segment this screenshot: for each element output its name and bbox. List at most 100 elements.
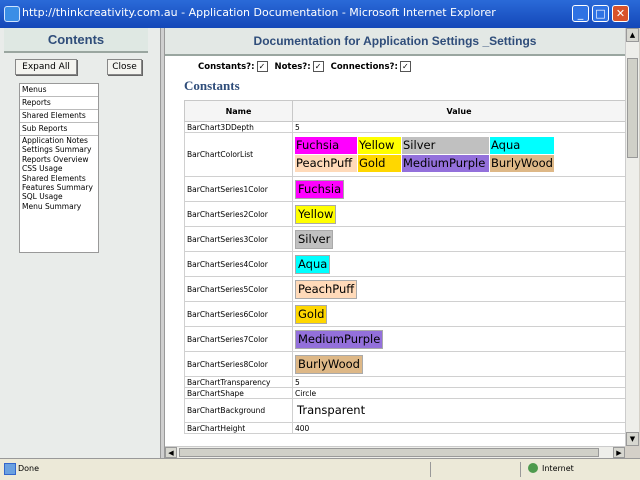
security-zone: Internet [542, 464, 574, 473]
notes-option-label: Notes?: [274, 62, 311, 72]
nav-item-settings-summary[interactable]: Settings Summary [20, 145, 98, 154]
constant-name: BarChartSeries4Color [184, 251, 293, 277]
vertical-scrollbar[interactable]: ▲ ▼ [625, 28, 639, 446]
close-window-button[interactable]: ✕ [612, 5, 629, 22]
constant-value: BurlyWood [292, 351, 625, 377]
constant-value: 5 [292, 121, 625, 133]
constant-name: BarChartColorList [184, 132, 293, 177]
status-divider [430, 462, 431, 477]
table-row: BarChartSeries3Color Silver [184, 226, 625, 252]
horizontal-scroll-thumb[interactable] [179, 448, 599, 457]
constant-name: BarChartSeries8Color [184, 351, 293, 377]
color-swatch: MediumPurple [295, 329, 384, 349]
nav-item-shared-elements-2[interactable]: Shared Elements [20, 174, 98, 183]
constant-name: BarChartSeries2Color [184, 201, 293, 227]
constant-value: Fuchsia Yellow Silver Aqua PeachPuff Gold Medi… [292, 132, 625, 177]
contents-header: Contents [4, 28, 148, 53]
table-row: BarChartShape Circle [184, 387, 625, 399]
contents-title: Contents [47, 32, 105, 47]
window-title: http://thinkcreativity.com.au - Applicat… [22, 6, 496, 19]
constant-name: BarChartSeries6Color [184, 301, 293, 327]
nav-item-sub-reports[interactable]: Sub Reports [20, 123, 98, 136]
constants-option-label: Constants?: [198, 62, 255, 72]
nav-item-menu-summary[interactable]: Menu Summary [20, 202, 98, 211]
table-row: BarChartSeries6Color Gold [184, 301, 625, 327]
color-swatch: BurlyWood [490, 155, 554, 172]
table-row: BarChartTransparency 5 [184, 376, 625, 388]
ie-icon [4, 6, 20, 22]
constant-value: Yellow [292, 201, 625, 227]
constant-name: BarChartShape [184, 387, 293, 399]
color-swatch: PeachPuff [295, 155, 357, 172]
constant-name: BarChartSeries3Color [184, 226, 293, 252]
table-row: BarChartSeries8Color BurlyWood [184, 351, 625, 377]
globe-icon [528, 463, 538, 473]
color-swatch: Yellow [358, 137, 401, 154]
maximize-button[interactable]: □ [592, 5, 609, 22]
constant-value: 400 [292, 422, 625, 434]
table-row: BarChartSeries5Color PeachPuff [184, 276, 625, 302]
display-options: Constants?: ✓ Notes?: ✓ Connections?: ✓ [198, 61, 415, 72]
page-icon [4, 463, 16, 475]
table-row: BarChartColorList Fuchsia Yellow Silver Aqua… [184, 132, 625, 177]
constant-name: BarChart3DDepth [184, 121, 293, 133]
color-swatch: Aqua [295, 254, 331, 274]
color-swatch: Yellow [295, 204, 337, 224]
status-text: Done [18, 464, 40, 473]
nav-item-sql-usage[interactable]: SQL Usage [20, 192, 98, 201]
color-swatch: Transparent [297, 403, 366, 417]
constants-table: Name Value BarChart3DDepth 5 BarChartColor… [184, 100, 625, 434]
constant-value: Fuchsia [292, 176, 625, 202]
nav-item-features-summary[interactable]: Features Summary [20, 183, 98, 192]
constant-name: BarChartHeight [184, 422, 293, 434]
window-title-bar: http://thinkcreativity.com.au - Applicat… [0, 0, 640, 28]
notes-checkbox[interactable]: ✓ [312, 61, 324, 72]
constant-name: BarChartSeries5Color [184, 276, 293, 302]
constants-checkbox[interactable]: ✓ [256, 61, 268, 72]
scroll-left-arrow-icon[interactable]: ◀ [165, 447, 177, 458]
expand-all-button[interactable]: Expand All [15, 59, 77, 75]
constant-name: BarChartTransparency [184, 376, 293, 388]
page-title: Documentation for Application Settings _… [165, 28, 625, 56]
nav-item-reports-overview[interactable]: Reports Overview [20, 155, 98, 164]
nav-item-reports[interactable]: Reports [20, 97, 98, 110]
table-row: BarChartSeries1Color Fuchsia [184, 176, 625, 202]
color-swatch-list: Fuchsia Yellow Silver Aqua PeachPuff Gold Medi… [295, 137, 623, 172]
constant-value: MediumPurple [292, 326, 625, 352]
connections-option-label: Connections?: [330, 62, 398, 72]
connections-checkbox[interactable]: ✓ [399, 61, 411, 72]
contents-frame: Contents Expand All Close Menus Reports … [0, 28, 160, 458]
scroll-up-arrow-icon[interactable]: ▲ [626, 28, 639, 42]
constant-value: Silver [292, 226, 625, 252]
color-swatch: Fuchsia [295, 137, 357, 154]
status-divider [520, 462, 521, 477]
constant-value: PeachPuff [292, 276, 625, 302]
status-bar: Done Internet [0, 458, 640, 480]
minimize-button[interactable]: _ [572, 5, 589, 22]
table-row: BarChart3DDepth 5 [184, 121, 625, 133]
nav-item-shared-elements[interactable]: Shared Elements [20, 110, 98, 123]
document-frame: Documentation for Application Settings _… [165, 28, 625, 446]
horizontal-scrollbar[interactable]: ◀ ▶ [165, 446, 625, 458]
constant-value: 5 [292, 376, 625, 388]
nav-item-css-usage[interactable]: CSS Usage [20, 164, 98, 173]
color-swatch: Silver [295, 229, 334, 249]
table-row: BarChartHeight 400 [184, 422, 625, 434]
color-swatch: Aqua [490, 137, 554, 154]
section-title: Constants [184, 78, 240, 93]
color-swatch: Gold [358, 155, 401, 172]
nav-item-application-notes[interactable]: Application Notes [20, 136, 98, 145]
color-swatch: PeachPuff [295, 279, 358, 299]
table-row: BarChartSeries4Color Aqua [184, 251, 625, 277]
color-swatch: Silver [402, 137, 489, 154]
constant-value: Aqua [292, 251, 625, 277]
table-row: BarChartBackground Transparent [184, 398, 625, 423]
constant-name: BarChartSeries7Color [184, 326, 293, 352]
color-swatch: BurlyWood [295, 354, 363, 374]
scroll-down-arrow-icon[interactable]: ▼ [626, 432, 639, 446]
vertical-scroll-thumb[interactable] [627, 58, 638, 158]
close-contents-button[interactable]: Close [107, 59, 142, 75]
nav-item-menus[interactable]: Menus [20, 84, 98, 97]
scroll-right-arrow-icon[interactable]: ▶ [613, 447, 625, 458]
color-swatch: MediumPurple [402, 155, 489, 172]
